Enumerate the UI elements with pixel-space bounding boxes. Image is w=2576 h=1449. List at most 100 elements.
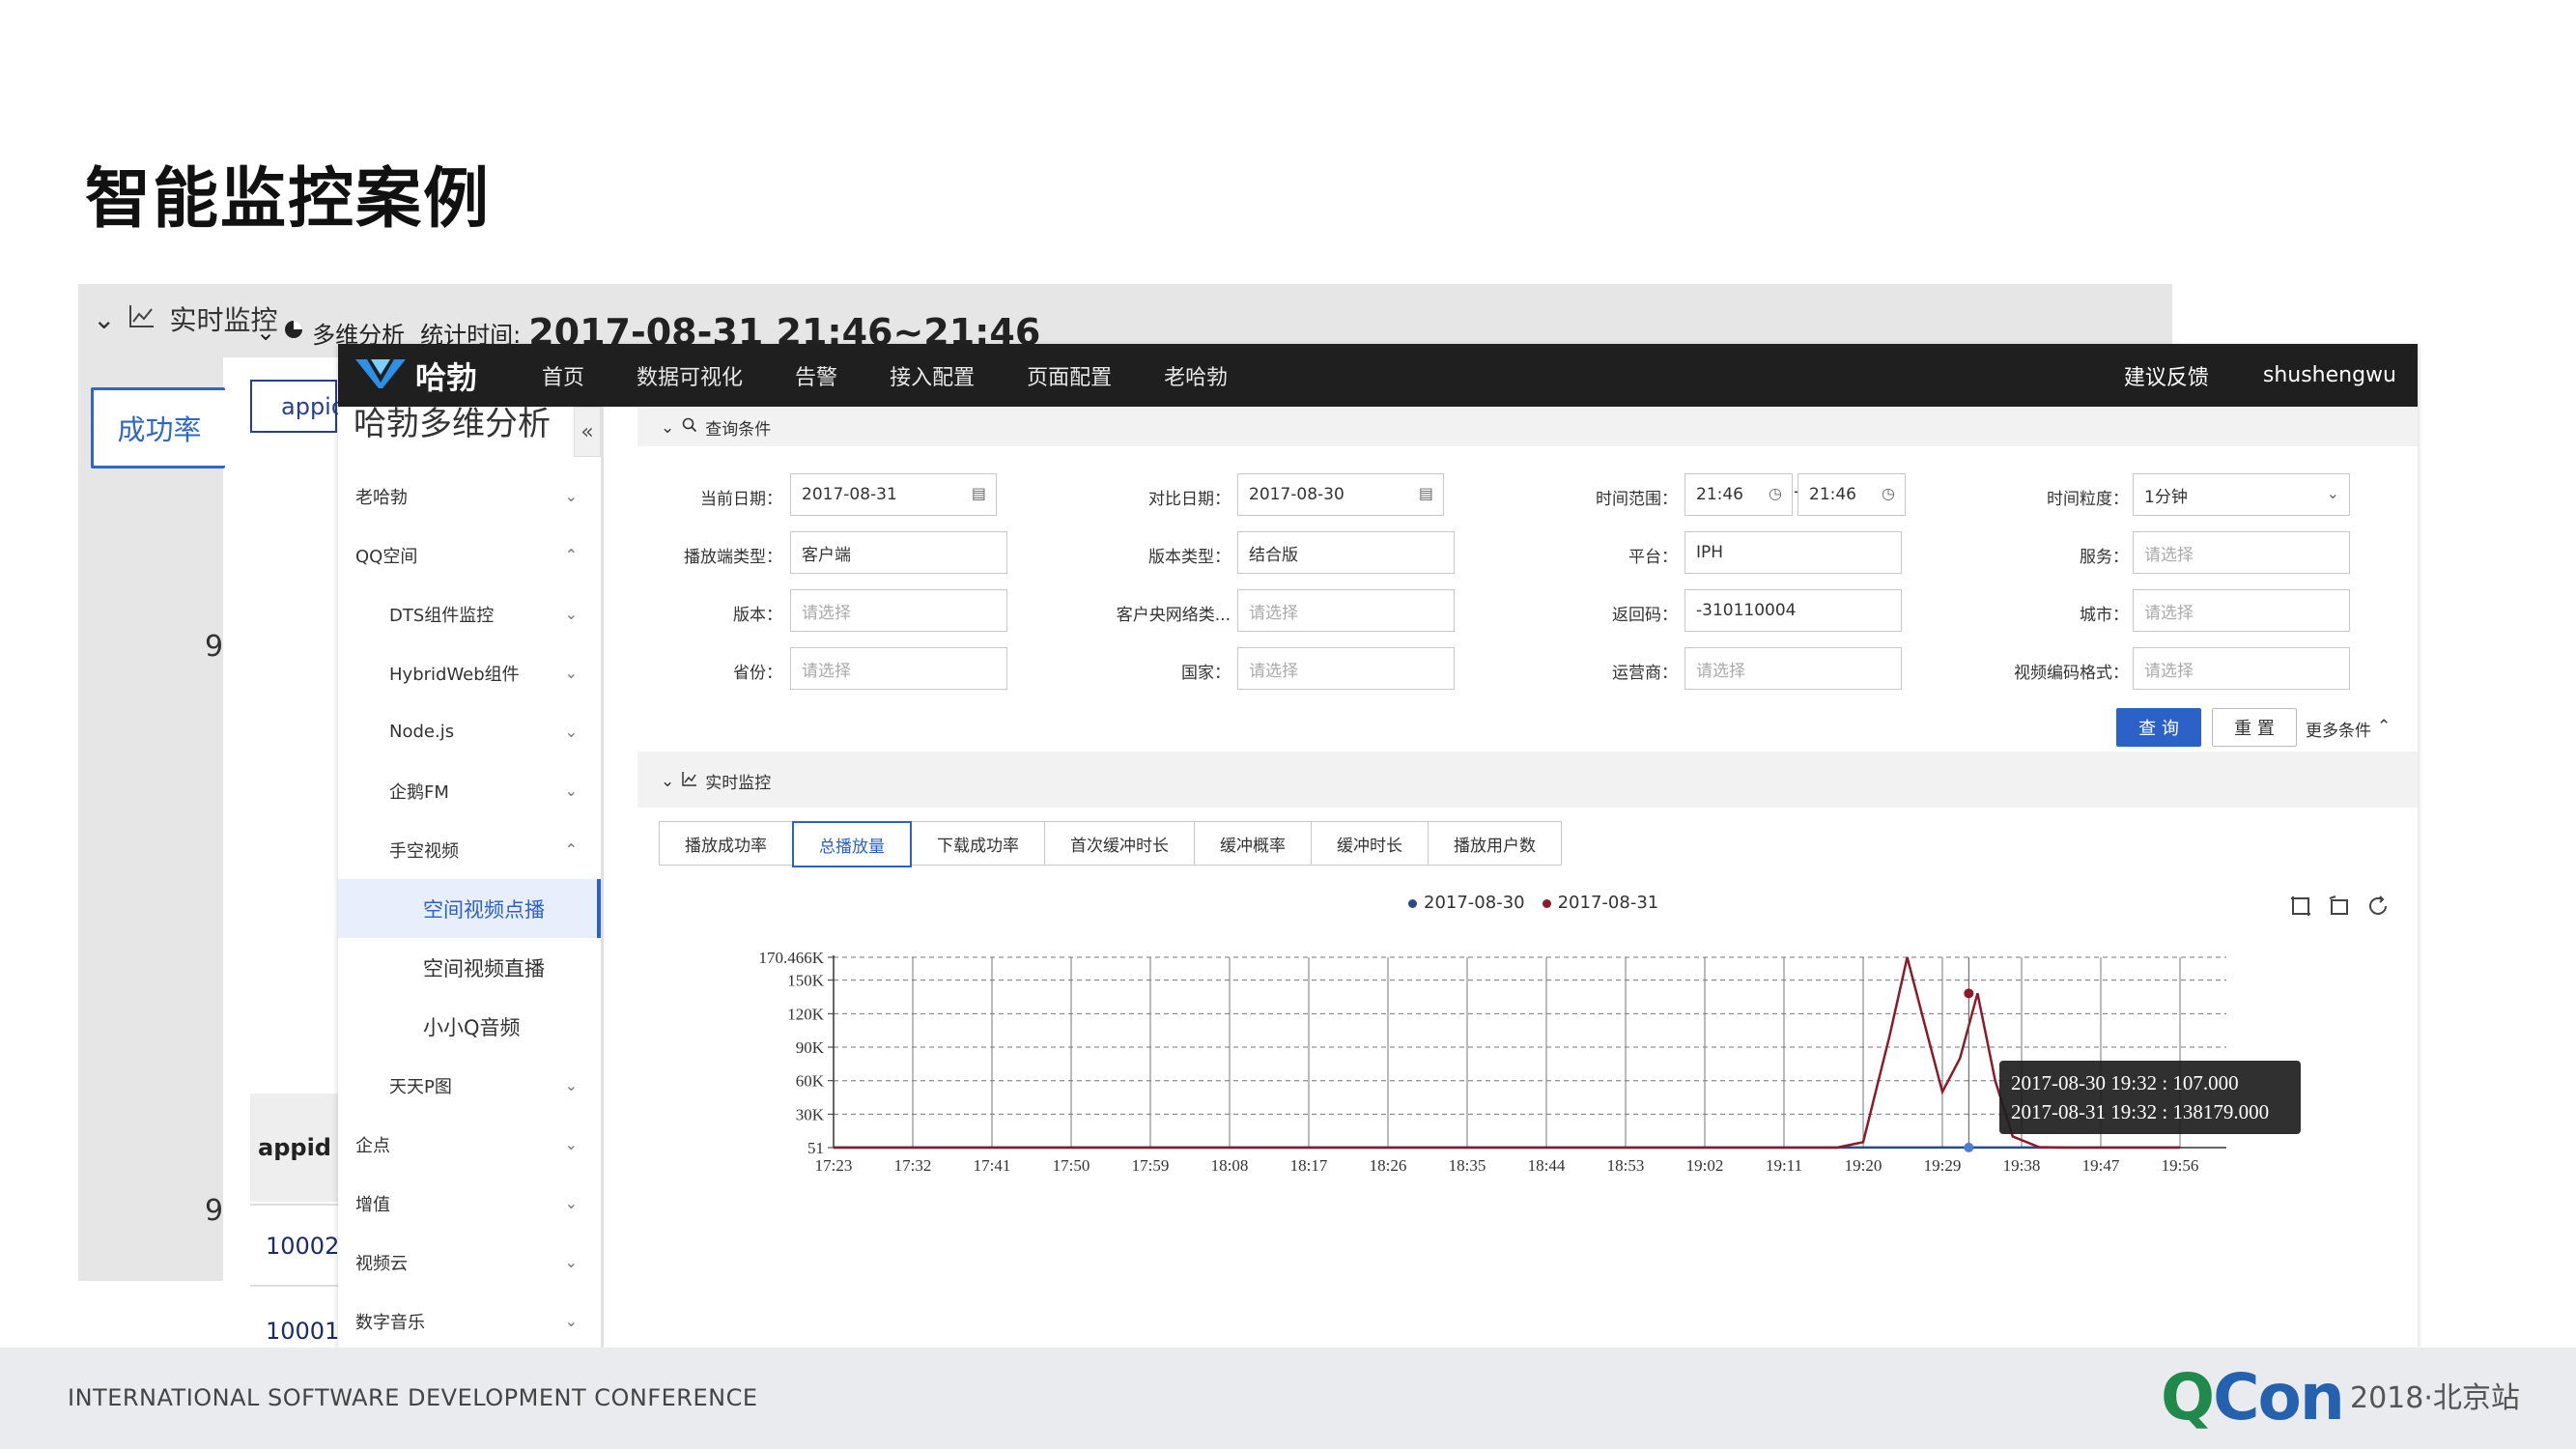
- sidebar-item-label: 企点: [355, 1135, 390, 1156]
- y-tick-label: 90K: [796, 1038, 825, 1057]
- tab-first-buffer-duration[interactable]: 首次缓冲时长: [1044, 821, 1195, 866]
- qcon-logo: QCon: [2161, 1360, 2345, 1435]
- granularity-select[interactable]: 1分钟 ⌄: [2133, 473, 2350, 516]
- sidebar-item-label: HybridWeb组件: [389, 664, 520, 685]
- time-end-input[interactable]: 21:46 ◷: [1798, 473, 1906, 516]
- nav-old-hubble[interactable]: 老哈勃: [1138, 360, 1254, 391]
- query-section-header[interactable]: ⌄ 查询条件: [661, 415, 771, 440]
- nav-data-visualization[interactable]: 数据可视化: [610, 360, 769, 391]
- platform-select[interactable]: IPH: [1684, 531, 1902, 574]
- background-monitor-header[interactable]: ⌄ 实时监控: [93, 299, 277, 338]
- pie-chart-icon: [283, 319, 304, 346]
- sidebar-item-value-added[interactable]: 增值 ⌄: [338, 1174, 601, 1233]
- y-tick-label: 170.466K: [758, 949, 824, 967]
- sidebar-item-digital-music[interactable]: 数字音乐 ⌄: [338, 1292, 601, 1350]
- user-name[interactable]: shushengwu: [2263, 363, 2396, 387]
- calendar-icon: ▤: [1418, 484, 1433, 502]
- version-type-select[interactable]: 结合版: [1237, 531, 1455, 574]
- sidebar-item-old-hubble[interactable]: 老哈勃 ⌄: [338, 467, 601, 526]
- tab-play-success-rate[interactable]: 播放成功率: [659, 821, 793, 866]
- video-codec-select[interactable]: 请选择: [2133, 647, 2350, 690]
- current-date-input[interactable]: 2017-08-31 ▤: [790, 473, 997, 516]
- hubble-logo[interactable]: 哈勃: [354, 354, 477, 398]
- monitor-section-header[interactable]: ⌄ 实时监控: [661, 769, 771, 794]
- tab-total-plays[interactable]: 总播放量: [792, 821, 912, 867]
- compare-date-input[interactable]: 2017-08-30 ▤: [1237, 473, 1444, 516]
- sidebar-item-xiaoxiaoq-audio[interactable]: 小小Q音频: [338, 997, 601, 1056]
- version-select[interactable]: 请选择: [790, 589, 1007, 632]
- chevron-down-icon: ⌄: [564, 1076, 578, 1094]
- nav-access-config[interactable]: 接入配置: [863, 360, 1001, 391]
- sidebar-item-label: 天天P图: [389, 1076, 452, 1097]
- total-plays-chart[interactable]: 51 30K 60K 90K 120K 150K 170.466K 17:23 17:32 17:…: [637, 947, 2418, 1333]
- sidebar-item-qzone-live[interactable]: 空间视频直播: [338, 938, 601, 997]
- sidebar-item-dts[interactable]: DTS组件监控 ⌄: [338, 584, 601, 643]
- field-label: 时间范围：: [1596, 490, 1678, 509]
- field-label: 视频编码格式：: [2014, 664, 2129, 683]
- tab-play-users[interactable]: 播放用户数: [1428, 821, 1562, 866]
- field-label: 城市：: [2080, 606, 2129, 625]
- tab-download-success-rate[interactable]: 下载成功率: [911, 821, 1045, 866]
- player-type-select[interactable]: 客户端: [790, 531, 1007, 574]
- zoom-reset-icon[interactable]: [2328, 895, 2351, 922]
- tab-buffer-probability[interactable]: 缓冲概率: [1194, 821, 1312, 866]
- field-label: 服务：: [2080, 548, 2129, 567]
- sidebar-item-nodejs[interactable]: Node.js ⌄: [338, 702, 601, 761]
- sidebar-item-tiantian-ptu[interactable]: 天天P图 ⌄: [338, 1056, 601, 1115]
- sidebar-item-hybridweb[interactable]: HybridWeb组件 ⌄: [338, 643, 601, 702]
- legend-item[interactable]: 2017-08-31: [1542, 893, 1658, 913]
- chevron-down-icon: ⌄: [661, 771, 675, 791]
- service-select[interactable]: 请选择: [2133, 531, 2350, 574]
- field-label: 时间粒度：: [2047, 490, 2129, 509]
- tooltip-line: 2017-08-31 19:32 : 138179.000: [2011, 1100, 2270, 1123]
- clock-icon: ◷: [1882, 484, 1895, 502]
- slide-title: 智能监控案例: [85, 161, 492, 238]
- sidebar-item-qzone[interactable]: QQ空间 ⌃: [338, 526, 601, 584]
- field-label: 版本：: [733, 606, 782, 625]
- query-button[interactable]: 查 询: [2116, 708, 2201, 747]
- reset-button[interactable]: 重 置: [2212, 708, 2297, 747]
- background-success-tab[interactable]: 成功率: [91, 387, 225, 469]
- tab-buffer-duration[interactable]: 缓冲时长: [1311, 821, 1429, 866]
- y-tick-label: 150K: [787, 972, 825, 990]
- sidebar-collapse-button[interactable]: «: [574, 407, 601, 457]
- sidebar-item-mobile-video[interactable]: 手空视频 ⌃: [338, 820, 601, 879]
- chevron-down-icon: ⌄: [564, 1194, 578, 1212]
- y-tick-label: 51: [807, 1139, 824, 1157]
- logo-icon: [354, 354, 408, 398]
- background-appid-top[interactable]: appid: [250, 380, 346, 433]
- field-label: 返回码：: [1612, 606, 1678, 625]
- line-chart-icon: [128, 303, 156, 335]
- nav-home[interactable]: 首页: [516, 360, 610, 391]
- chart-tooltip: 2017-08-30 19:32 : 107.000 2017-08-31 19…: [1999, 1061, 2301, 1134]
- sidebar-item-qidian[interactable]: 企点 ⌄: [338, 1115, 601, 1174]
- return-code-input[interactable]: -310110004: [1684, 589, 1902, 632]
- sidebar-item-label: 企鹅FM: [389, 781, 449, 803]
- country-select[interactable]: 请选择: [1237, 647, 1455, 690]
- field-label: 客户央网络类...: [1116, 606, 1231, 625]
- client-network-select[interactable]: 请选择: [1237, 589, 1455, 632]
- sidebar-item-video-cloud[interactable]: 视频云 ⌄: [338, 1233, 601, 1292]
- nav-page-config[interactable]: 页面配置: [1001, 360, 1138, 391]
- x-tick-label: 18:35: [1449, 1156, 1486, 1175]
- sidebar-item-label: 空间视频点播: [423, 897, 545, 922]
- sidebar-item-penguin-fm[interactable]: 企鹅FM ⌄: [338, 761, 601, 820]
- province-select[interactable]: 请选择: [790, 647, 1007, 690]
- feedback-link[interactable]: 建议反馈: [2124, 360, 2209, 391]
- sidebar-item-label: 小小Q音频: [423, 1015, 521, 1039]
- time-start-input[interactable]: 21:46 ◷: [1684, 473, 1793, 516]
- query-section-title: 查询条件: [705, 420, 772, 440]
- nav-alarm[interactable]: 告警: [769, 360, 863, 391]
- sidebar-item-label: QQ空间: [355, 546, 418, 567]
- chevron-down-icon: ⌄: [93, 302, 116, 335]
- divider: [250, 1204, 339, 1206]
- carrier-select[interactable]: 请选择: [1684, 647, 1902, 690]
- legend-item[interactable]: 2017-08-30: [1408, 893, 1525, 913]
- refresh-icon[interactable]: [2366, 895, 2390, 922]
- more-conditions-toggle[interactable]: 更多条件 ⌃: [2306, 717, 2391, 741]
- background-appid-header: appid: [250, 1094, 339, 1202]
- sidebar-item-qzone-vod[interactable]: 空间视频点播: [338, 879, 601, 938]
- city-select[interactable]: 请选择: [2133, 589, 2350, 632]
- hover-point: [1964, 988, 1974, 999]
- zoom-icon[interactable]: [2289, 895, 2312, 922]
